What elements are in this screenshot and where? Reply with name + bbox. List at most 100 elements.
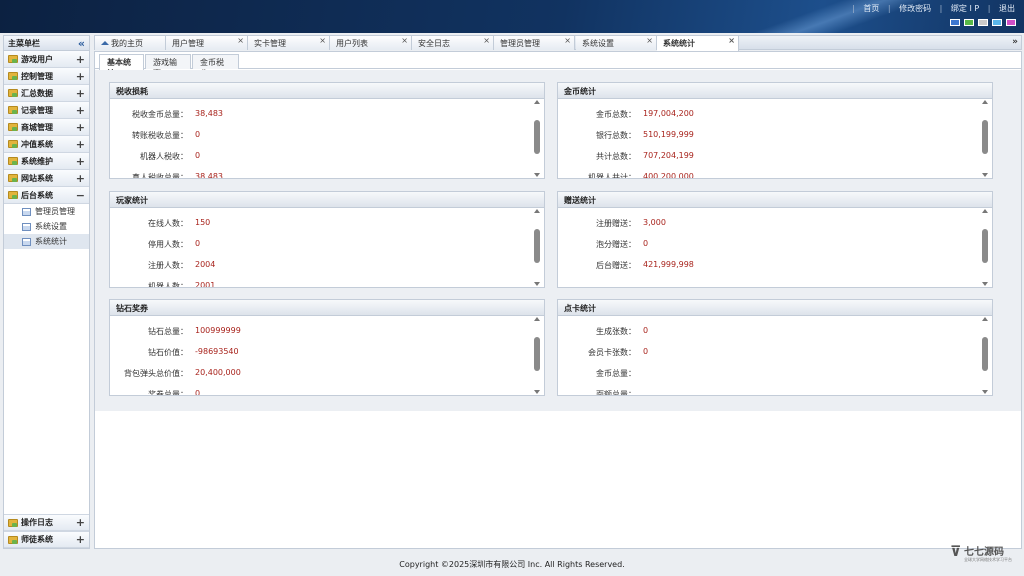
- sidebar-subitem-label: 系统统计: [35, 237, 67, 246]
- panel-title: 钻石奖券: [110, 300, 544, 316]
- panel-scrollbar[interactable]: [533, 209, 542, 286]
- stat-row: 泡分赠送： 0: [558, 239, 978, 251]
- stat-row: 真人税收总量： 38,483: [110, 172, 530, 178]
- subtab-bar: 基本统计游戏输赢金币税收: [95, 52, 1021, 78]
- expand-icon[interactable]: +: [76, 139, 85, 150]
- tab[interactable]: 系统统计 ×: [657, 36, 739, 51]
- tab[interactable]: 用户管理 ×: [166, 36, 248, 50]
- expand-icon[interactable]: +: [76, 54, 85, 65]
- scroll-up-icon[interactable]: [534, 209, 540, 213]
- stat-value: 100999999: [195, 326, 241, 335]
- scroll-down-icon[interactable]: [534, 173, 540, 177]
- sidebar-subitem[interactable]: 管理员管理: [4, 204, 89, 219]
- close-icon[interactable]: ×: [319, 36, 326, 45]
- skin-blue-button[interactable]: [950, 19, 960, 26]
- scroll-thumb[interactable]: [534, 229, 540, 263]
- sidebar-item[interactable]: 冲值系统 +: [4, 136, 89, 153]
- tab-label: 我的主页: [111, 39, 143, 48]
- close-icon[interactable]: ×: [728, 36, 735, 45]
- scroll-up-icon[interactable]: [982, 209, 988, 213]
- sidebar-title: 主菜单栏: [8, 38, 40, 48]
- logout-link[interactable]: 退出: [999, 4, 1015, 13]
- close-icon[interactable]: ×: [401, 36, 408, 45]
- scroll-down-icon[interactable]: [534, 390, 540, 394]
- sidebar-item[interactable]: 游戏用户 +: [4, 51, 89, 68]
- subtab[interactable]: 金币税收: [192, 54, 239, 78]
- expand-icon[interactable]: +: [76, 122, 85, 133]
- scroll-up-icon[interactable]: [534, 100, 540, 104]
- stat-label: 面额总量：: [596, 390, 636, 395]
- scroll-thumb[interactable]: [982, 120, 988, 154]
- sidebar-item[interactable]: 系统维护 +: [4, 153, 89, 170]
- scroll-thumb[interactable]: [982, 337, 988, 371]
- close-icon[interactable]: ×: [564, 36, 571, 45]
- panel-body: 注册赠送： 3,000 泡分赠送： 0 后台赠送： 421,999,998: [558, 208, 980, 287]
- scroll-up-icon[interactable]: [982, 100, 988, 104]
- panel-scrollbar[interactable]: [981, 317, 990, 394]
- panel-scrollbar[interactable]: [981, 100, 990, 177]
- tabs-more-icon[interactable]: »: [1012, 37, 1018, 47]
- scroll-down-icon[interactable]: [982, 173, 988, 177]
- close-icon[interactable]: ×: [646, 36, 653, 45]
- panel-scrollbar[interactable]: [533, 100, 542, 177]
- folder-icon: [8, 140, 18, 148]
- stat-row: 后台赠送： 421,999,998: [558, 260, 978, 272]
- expand-icon[interactable]: +: [76, 71, 85, 82]
- panel-scrollbar[interactable]: [981, 209, 990, 286]
- stat-label: 会员卡张数：: [588, 348, 636, 357]
- sidebar-item[interactable]: 后台系统 −: [4, 187, 89, 204]
- sidebar-item[interactable]: 汇总数据 +: [4, 85, 89, 102]
- scroll-up-icon[interactable]: [982, 317, 988, 321]
- subtab[interactable]: 游戏输赢: [145, 54, 191, 78]
- tab[interactable]: 系统设置 ×: [576, 36, 657, 50]
- skin-gray-button[interactable]: [978, 19, 988, 26]
- skin-lightblue-button[interactable]: [992, 19, 1002, 26]
- tab[interactable]: 用户列表 ×: [330, 36, 412, 50]
- collapse-icon[interactable]: −: [76, 190, 85, 201]
- sidebar-item[interactable]: 操作日志 +: [4, 514, 89, 531]
- sidebar-item-label: 汇总数据: [21, 88, 53, 98]
- sidebar-item[interactable]: 网站系统 +: [4, 170, 89, 187]
- home-link[interactable]: 首页: [863, 4, 879, 13]
- expand-icon[interactable]: +: [76, 517, 85, 528]
- sidebar-item-label: 商城管理: [21, 122, 53, 132]
- logo-mark-icon: ⊽: [950, 544, 962, 560]
- expand-icon[interactable]: +: [76, 534, 85, 545]
- skin-pink-button[interactable]: [1006, 19, 1016, 26]
- scroll-down-icon[interactable]: [982, 390, 988, 394]
- sidebar-item[interactable]: 控制管理 +: [4, 68, 89, 85]
- sidebar-item[interactable]: 记录管理 +: [4, 102, 89, 119]
- scroll-thumb[interactable]: [534, 337, 540, 371]
- close-icon[interactable]: ×: [237, 36, 244, 45]
- scroll-thumb[interactable]: [534, 120, 540, 154]
- subtab[interactable]: 基本统计: [99, 54, 144, 78]
- scroll-thumb[interactable]: [982, 229, 988, 263]
- stat-row: 钻石总量： 100999999: [110, 326, 530, 338]
- expand-icon[interactable]: +: [76, 156, 85, 167]
- expand-icon[interactable]: +: [76, 105, 85, 116]
- close-icon[interactable]: ×: [483, 36, 490, 45]
- skin-green-button[interactable]: [964, 19, 974, 26]
- panel-body: 在线人数： 150 停用人数： 0 注册人数： 2004 机器人数： 2001: [110, 208, 532, 287]
- expand-icon[interactable]: +: [76, 173, 85, 184]
- tab[interactable]: 我的主页: [95, 36, 166, 50]
- stat-label: 共计总数：: [596, 152, 636, 161]
- sidebar-subitem[interactable]: 系统统计: [4, 234, 89, 249]
- expand-icon[interactable]: +: [76, 88, 85, 99]
- panel-scrollbar[interactable]: [533, 317, 542, 394]
- tab[interactable]: 管理员管理 ×: [494, 36, 575, 50]
- tab[interactable]: 安全日志 ×: [412, 36, 494, 50]
- sidebar-item[interactable]: 商城管理 +: [4, 119, 89, 136]
- double-chevron-left-icon[interactable]: «: [78, 38, 85, 49]
- sidebar-item[interactable]: 师徒系统 +: [4, 531, 89, 548]
- stat-label: 奖券总量：: [148, 390, 188, 395]
- change-password-link[interactable]: 修改密码: [899, 4, 931, 13]
- scroll-down-icon[interactable]: [982, 282, 988, 286]
- sidebar-item-label: 网站系统: [21, 173, 53, 183]
- stat-value: 400,200,000: [643, 172, 694, 178]
- scroll-up-icon[interactable]: [534, 317, 540, 321]
- bind-ip-link[interactable]: 绑定 I P: [951, 4, 979, 13]
- tab[interactable]: 实卡管理 ×: [248, 36, 330, 50]
- scroll-down-icon[interactable]: [534, 282, 540, 286]
- sidebar-subitem[interactable]: 系统设置: [4, 219, 89, 234]
